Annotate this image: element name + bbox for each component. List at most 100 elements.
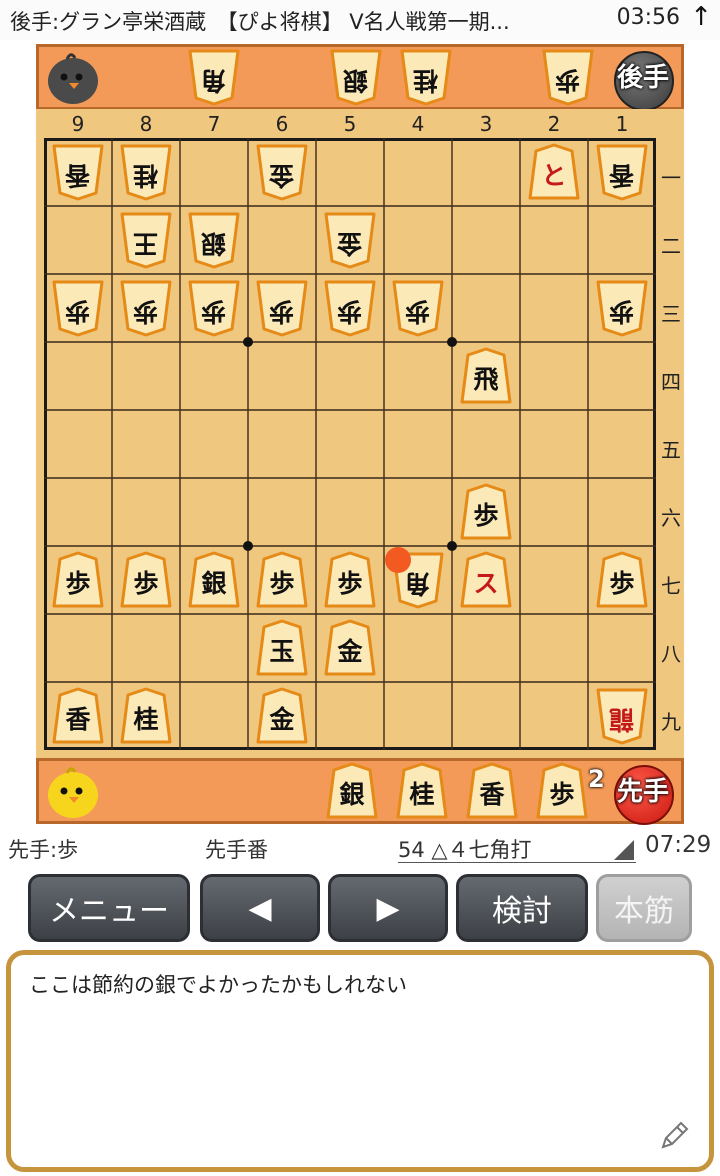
elapsed-time: 07:29	[645, 832, 712, 858]
sente-piece-stand: 銀 桂 香 歩 2 先手	[36, 758, 684, 825]
gote-hand-piece[interactable]: 歩	[542, 48, 594, 106]
board-piece[interactable]: ス	[460, 551, 512, 609]
board-piece[interactable]: 香	[52, 143, 104, 201]
board-piece[interactable]: 歩	[52, 279, 104, 337]
gote-hand-piece[interactable]: 銀	[330, 48, 382, 106]
piece-label: 玉	[269, 636, 295, 666]
sente-hand-piece[interactable]: 桂	[396, 762, 448, 820]
analyze-button[interactable]: 検討	[456, 874, 588, 942]
edit-pencil-icon[interactable]	[657, 1117, 693, 1153]
piece-label: 銀	[201, 228, 227, 258]
file-label: 5	[343, 112, 357, 136]
file-label: 6	[275, 112, 289, 136]
board-piece[interactable]: 王	[120, 211, 172, 269]
piece-label: 王	[133, 228, 159, 258]
board-piece[interactable]: 歩	[392, 279, 444, 337]
piece-label: 金	[269, 160, 295, 190]
gote-hand-piece[interactable]: 角	[188, 48, 240, 106]
rank-label: 二	[661, 234, 681, 258]
sente-hand-piece[interactable]: 歩	[536, 762, 588, 820]
up-arrow-icon[interactable]: ↑	[690, 2, 712, 32]
rank-labels: 一二三四五六七八九	[658, 140, 684, 752]
piece-label: 金	[337, 228, 363, 258]
sente-hand-summary: 先手:歩	[8, 838, 79, 862]
move-selector[interactable]: 54 △４七角打	[398, 832, 636, 863]
piece-label: 香	[65, 160, 91, 190]
rank-label: 五	[661, 438, 681, 462]
board-piece[interactable]: と	[528, 143, 580, 201]
piece-label: 銀	[343, 65, 369, 95]
piece-label: 桂	[133, 160, 159, 190]
mainline-button[interactable]: 本筋	[596, 874, 692, 942]
piece-label: 銀	[201, 568, 227, 598]
piece-label: 歩	[609, 568, 635, 598]
board-piece[interactable]: 歩	[324, 279, 376, 337]
board-piece[interactable]: 歩	[188, 279, 240, 337]
sente-label: 先手	[616, 777, 669, 807]
file-label: 2	[547, 112, 561, 136]
game-title: 後手:グラン亭栄酒蔵 【ぴよ将棋】 V名人戦第一期...	[10, 10, 510, 34]
board-piece[interactable]: 香	[596, 143, 648, 201]
piece-label: 香	[65, 704, 91, 734]
board-piece[interactable]: 銀	[188, 551, 240, 609]
gote-label: 後手	[616, 63, 669, 93]
board-piece[interactable]: 龍	[596, 687, 648, 745]
board-piece[interactable]: 歩	[596, 551, 648, 609]
board-piece[interactable]: 飛	[460, 347, 512, 405]
board-piece[interactable]: 歩	[256, 279, 308, 337]
pawn-count-badge: 2	[588, 765, 605, 793]
piece-label: 歩	[133, 568, 159, 598]
board-piece[interactable]: 金	[324, 619, 376, 677]
board-piece[interactable]: 桂	[120, 143, 172, 201]
sente-hand-pieces: 銀桂香歩	[39, 761, 679, 821]
piece-label: 歩	[65, 568, 91, 598]
prev-move-button[interactable]: ◀	[200, 874, 320, 942]
piece-label: 歩	[337, 296, 363, 326]
board-piece[interactable]: 歩	[120, 551, 172, 609]
piece-label: 香	[609, 160, 635, 190]
game-clock: 03:56	[616, 5, 680, 30]
turn-indicator: 先手番	[205, 838, 268, 862]
board-piece[interactable]: 桂	[120, 687, 172, 745]
piece-label: 飛	[473, 364, 499, 394]
rank-label: 七	[661, 574, 681, 598]
title-bar: 後手:グラン亭栄酒蔵 【ぴよ将棋】 V名人戦第一期... 03:56 ↑	[0, 0, 720, 40]
board-piece[interactable]: 金	[256, 687, 308, 745]
sente-hand-piece[interactable]: 香	[466, 762, 518, 820]
board-piece[interactable]: 歩	[460, 483, 512, 541]
gote-hand-pieces: 角銀桂歩	[39, 47, 679, 107]
current-move-text: 54 △４七角打	[398, 838, 532, 862]
piece-label: 歩	[337, 568, 363, 598]
rank-label: 九	[661, 710, 681, 734]
board-piece[interactable]: 香	[52, 687, 104, 745]
gote-hand-piece[interactable]: 桂	[400, 48, 452, 106]
piece-label: 歩	[269, 296, 295, 326]
dropdown-triangle-icon[interactable]	[612, 838, 636, 862]
menu-button[interactable]: メニュー	[28, 874, 190, 942]
board-piece[interactable]: 歩	[120, 279, 172, 337]
piece-label: 歩	[549, 779, 575, 809]
piece-label: 歩	[473, 500, 499, 530]
next-move-button[interactable]: ▶	[328, 874, 448, 942]
board-piece[interactable]: 歩	[52, 551, 104, 609]
board-piece[interactable]: 歩	[596, 279, 648, 337]
piece-label: 桂	[409, 779, 435, 809]
sente-hand-piece[interactable]: 銀	[326, 762, 378, 820]
piece-label: 龍	[609, 704, 635, 734]
comment-box[interactable]: ここは節約の銀でよかったかもしれない	[6, 950, 714, 1172]
board-piece[interactable]: 歩	[256, 551, 308, 609]
board-piece[interactable]: 金	[256, 143, 308, 201]
board-piece[interactable]: 歩	[324, 551, 376, 609]
board-piece[interactable]: 玉	[256, 619, 308, 677]
piece-label: 桂	[413, 65, 439, 95]
piece-label: ス	[473, 568, 499, 598]
board-piece[interactable]: 銀	[188, 211, 240, 269]
piece-label: 金	[269, 704, 295, 734]
rank-label: 六	[661, 506, 681, 530]
file-label: 8	[139, 112, 153, 136]
piece-label: 歩	[555, 65, 581, 95]
piece-label: と	[541, 160, 567, 190]
piece-label: 角	[201, 65, 227, 95]
piece-label: 桂	[133, 704, 159, 734]
board-piece[interactable]: 金	[324, 211, 376, 269]
